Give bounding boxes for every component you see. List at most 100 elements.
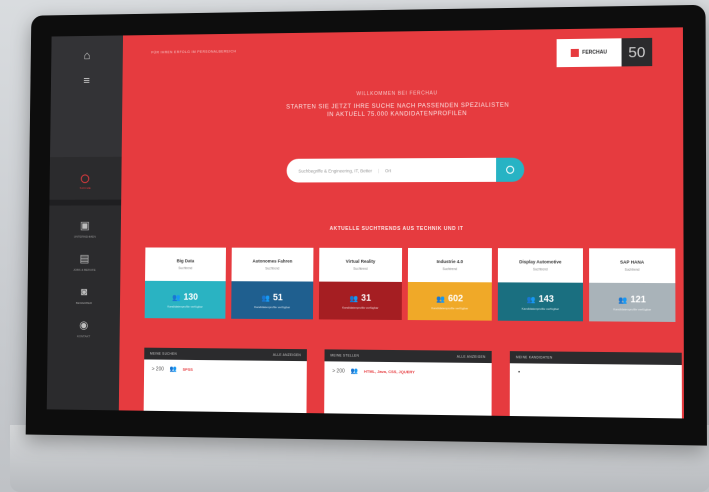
trend-count-box: 👥 121 Kandidatenprofile verfügbar — [589, 282, 676, 322]
search-icon — [81, 174, 90, 184]
hero-welcome: WILLKOMMEN BEI FERCHAU — [356, 90, 438, 98]
trend-count: 143 — [538, 293, 554, 304]
trend-card[interactable]: Big Data Suchtrend 👥 130 Kandidatenprofile … — [144, 247, 226, 319]
sidebar-item-search[interactable]: SUCHE — [80, 174, 92, 190]
trend-caption: Kandidatenprofile verfügbar — [613, 306, 652, 312]
trend-caption: Kandidatenprofile verfügbar — [431, 305, 469, 310]
sidebar-item-label: BEWERBER — [75, 301, 93, 306]
trend-card[interactable]: Autonomes Fahren Suchtrend 👥 51 Kandidatenp… — [231, 247, 314, 320]
trend-sub: Suchtrend — [532, 267, 548, 272]
panel-row[interactable]: > 200 👥 HTML, Java, CSS, JQUERY — [324, 361, 491, 376]
search-icon — [506, 165, 515, 174]
panel-title: MEINE KANDIDATEN — [515, 355, 553, 360]
trend-count: 121 — [630, 293, 646, 304]
trend-count: 51 — [272, 291, 283, 302]
hero: WILLKOMMEN BEI FERCHAU STARTEN SIE JETZT… — [122, 88, 683, 121]
sidebar-item-jobs[interactable]: ▤ JOBS & BERUFE — [73, 253, 96, 272]
logo[interactable]: FERCHAU 50 — [556, 37, 653, 68]
trend-card[interactable]: Display Automotive Suchtrend 👥 143 Kandidat… — [497, 248, 583, 322]
logo-text: FERCHAU — [582, 49, 608, 56]
search-placeholder: Suchbegriffe & Engineering, IT, Better — [298, 167, 373, 174]
main-content: FÜR IHREN ERFOLG IM PERSONALBEREICH FERC… — [119, 27, 684, 419]
trend-name: Virtual Reality — [345, 258, 376, 264]
trend-card[interactable]: Industrie 4.0 Suchtrend 👥 602 Kandidatenpro… — [407, 247, 492, 321]
trend-name: Industrie 4.0 — [436, 259, 464, 265]
trend-count-box: 👥 51 Kandidatenprofile verfügbar — [231, 281, 314, 320]
sidebar-top: ⌂ ≡ — [50, 35, 124, 158]
monitor: ⌂ ≡ SUCHE ▣ UNTERNEHMEN ▤ JOBS & BERUFE … — [25, 4, 707, 446]
search-separator: | — [377, 167, 380, 173]
row-count: > 200 — [151, 365, 164, 372]
anniversary-badge: 50 — [621, 37, 653, 67]
sidebar-item-contact[interactable]: ◉ KONTAKT — [76, 319, 91, 339]
trend-caption: Kandidatenprofile verfügbar — [342, 305, 379, 310]
dashboard-panels: MEINE SUCHEN ALLE ANZEIGEN > 200 👥 SPSS MEI… — [143, 347, 682, 419]
avatar-icon: ▪ — [517, 369, 521, 376]
sidebar-item-applicants[interactable]: ◙ BEWERBER — [75, 286, 93, 306]
screen: ⌂ ≡ SUCHE ▣ UNTERNEHMEN ▤ JOBS & BERUFE … — [46, 27, 684, 419]
sidebar-item-label: UNTERNEHMEN — [73, 234, 96, 239]
trend-sub: Suchtrend — [442, 267, 458, 272]
panel-action-link[interactable]: ALLE ANZEIGEN — [273, 353, 301, 357]
logo-wordmark: FERCHAU — [556, 38, 622, 68]
trend-count-box: 👥 143 Kandidatenprofile verfügbar — [497, 282, 583, 322]
trend-count-box: 👥 130 Kandidatenprofile verfügbar — [144, 280, 226, 319]
panel-action-link[interactable]: ALLE ANZEIGEN — [457, 355, 486, 359]
trend-count-box: 👥 602 Kandidatenprofile verfügbar — [407, 281, 492, 321]
location-placeholder[interactable]: Ort — [385, 168, 391, 173]
trend-sub: Suchtrend — [353, 266, 368, 271]
document-icon: ▤ — [79, 253, 90, 265]
people-icon: 👥 — [172, 294, 181, 302]
trend-name: Display Automotive — [519, 259, 562, 265]
logo-mark-icon — [571, 48, 580, 57]
panel-row[interactable]: > 200 👥 SPSS — [144, 359, 307, 374]
trend-name: SAP HANA — [620, 259, 645, 265]
search-input[interactable]: Suchbegriffe & Engineering, IT, Better |… — [286, 157, 497, 183]
panel-title: MEINE SUCHEN — [149, 351, 177, 356]
trends-title: AKTUELLE SUCHTRENDS AUS TECHNIK UND IT — [329, 225, 464, 233]
sidebar-item-label: SUCHE — [79, 186, 92, 190]
people-icon: 👥 — [618, 296, 628, 304]
sidebar-divider — [49, 199, 122, 206]
people-icon: 👥 — [349, 295, 359, 303]
sidebar-item-label: JOBS & BERUFE — [73, 267, 96, 272]
trend-sub: Suchtrend — [178, 266, 193, 271]
trend-card[interactable]: SAP HANA Suchtrend 👥 121 Kandidatenprofile … — [589, 248, 676, 322]
trend-count-box: 👥 31 Kandidatenprofile verfügbar — [318, 281, 402, 320]
people-icon: 👥 — [436, 295, 446, 303]
people-icon: 👥 — [350, 368, 359, 375]
sidebar: ⌂ ≡ SUCHE ▣ UNTERNEHMEN ▤ JOBS & BERUFE … — [46, 35, 124, 411]
panel-jobs: MEINE STELLEN ALLE ANZEIGEN > 200 👥 HTML, J… — [324, 349, 492, 419]
top-tagline: FÜR IHREN ERFOLG IM PERSONALBEREICH — [151, 49, 237, 55]
people-icon: 👥 — [526, 296, 536, 304]
person-icon: ◉ — [79, 319, 89, 332]
sidebar-item-label: KONTAKT — [76, 334, 91, 339]
trend-count: 31 — [361, 292, 372, 303]
search-bar: Suchbegriffe & Engineering, IT, Better |… — [286, 157, 525, 183]
search-button[interactable] — [496, 157, 525, 182]
trend-card[interactable]: Virtual Reality Suchtrend 👥 31 Kandidatenpr… — [318, 247, 403, 320]
row-title: SPSS — [182, 366, 193, 372]
user-icon: ◙ — [80, 286, 88, 299]
trend-count: 130 — [183, 291, 199, 302]
sidebar-item-companies[interactable]: ▣ UNTERNEHMEN — [73, 220, 96, 239]
trend-cards: Big Data Suchtrend 👥 130 Kandidatenprofile … — [144, 247, 676, 322]
trend-caption: Kandidatenprofile verfügbar — [254, 304, 291, 309]
panel-searches: MEINE SUCHEN ALLE ANZEIGEN > 200 👥 SPSS — [143, 347, 307, 419]
trend-count: 602 — [448, 292, 464, 303]
building-icon: ▣ — [79, 220, 90, 232]
hamburger-icon[interactable]: ≡ — [83, 74, 90, 88]
panel-candidates: MEINE KANDIDATEN ▪ — [509, 351, 682, 419]
trend-sub: Suchtrend — [265, 266, 280, 271]
trend-name: Big Data — [176, 258, 195, 264]
panel-row[interactable]: ▪ — [510, 363, 682, 377]
trend-caption: Kandidatenprofile verfügbar — [167, 304, 203, 309]
row-title: HTML, Java, CSS, JQUERY — [363, 368, 415, 375]
trend-sub: Suchtrend — [624, 267, 640, 272]
panel-title: MEINE STELLEN — [330, 353, 360, 358]
row-count: > 200 — [332, 367, 345, 375]
trend-name: Autonomes Fahren — [252, 258, 293, 264]
menu-icon[interactable]: ⌂ — [83, 48, 90, 62]
people-icon: 👥 — [261, 294, 271, 302]
trend-caption: Kandidatenprofile verfügbar — [521, 306, 559, 311]
